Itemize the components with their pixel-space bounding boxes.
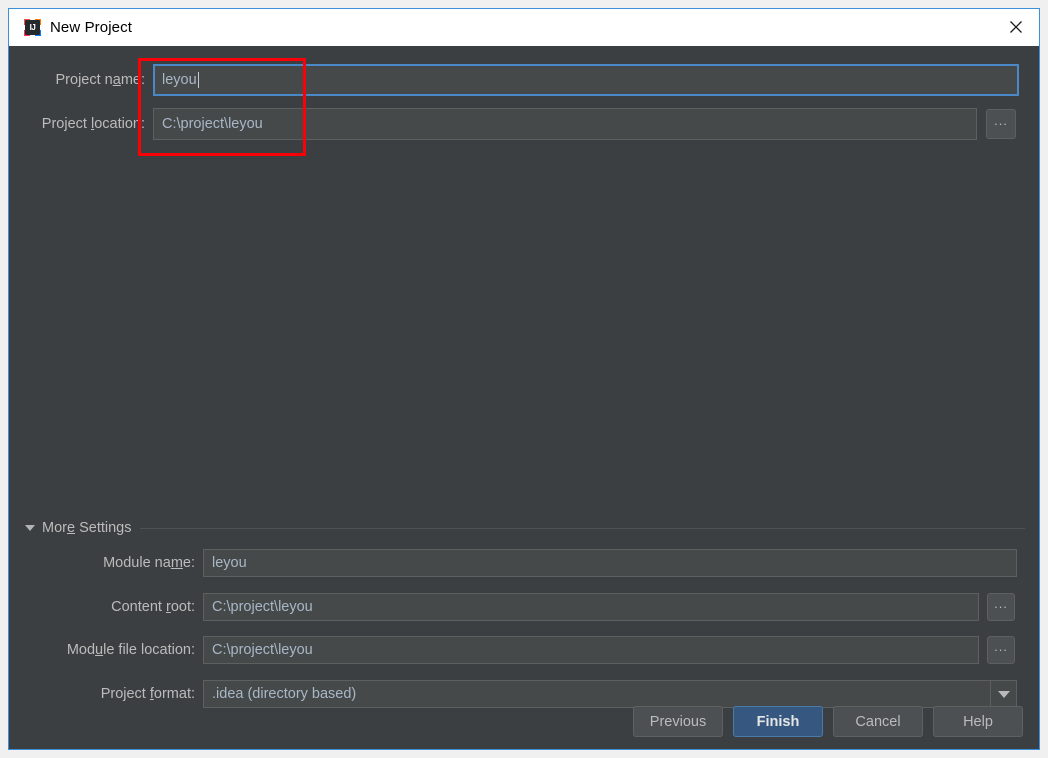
triangle-down-icon (25, 525, 35, 531)
content-root-label: Content root: (111, 599, 195, 615)
content-root-browse-button[interactable]: ... (987, 593, 1015, 621)
module-name-value: leyou (212, 555, 247, 571)
project-location-input[interactable]: C:\project\leyou (153, 108, 977, 140)
previous-button[interactable]: Previous (633, 706, 723, 737)
cancel-button[interactable]: Cancel (833, 706, 923, 737)
chevron-down-icon[interactable] (990, 681, 1016, 707)
more-settings-toggle[interactable]: More Settings (25, 520, 1025, 536)
project-location-label: Project location: (41, 116, 145, 132)
dialog-title: New Project (50, 19, 132, 36)
content-root-row: Content root: C:\project\leyou ... (9, 593, 1039, 621)
dialog-content: Project name: leyou Project location: C:… (9, 46, 1039, 749)
project-name-row: Project name: leyou (9, 64, 1039, 96)
project-format-row: Project format: .idea (directory based) (9, 680, 1039, 708)
module-name-row: Module name: leyou (9, 549, 1039, 577)
project-format-value: .idea (directory based) (212, 686, 357, 702)
project-name-label: Project name: (55, 72, 145, 88)
dialog-button-bar: Previous Finish Cancel Help (633, 706, 1023, 737)
help-button[interactable]: Help (933, 706, 1023, 737)
project-format-select[interactable]: .idea (directory based) (203, 680, 1017, 708)
content-root-value: C:\project\leyou (212, 599, 313, 615)
module-name-input[interactable]: leyou (203, 549, 1017, 577)
new-project-dialog: IJ New Project Project name: leyou Proje… (8, 8, 1040, 750)
close-icon[interactable] (993, 9, 1039, 45)
content-root-input[interactable]: C:\project\leyou (203, 593, 979, 621)
dialog-titlebar: IJ New Project (9, 9, 1039, 46)
text-caret (197, 72, 199, 88)
module-file-location-value: C:\project\leyou (212, 642, 313, 658)
module-name-label: Module name: (103, 555, 195, 571)
module-file-location-input[interactable]: C:\project\leyou (203, 636, 979, 664)
project-location-row: Project location: C:\project\leyou ... (9, 108, 1039, 140)
finish-button[interactable]: Finish (733, 706, 823, 737)
module-file-location-label: Module file location: (66, 642, 195, 658)
project-location-value: C:\project\leyou (162, 116, 263, 132)
project-location-browse-button[interactable]: ... (986, 109, 1016, 139)
intellij-idea-icon: IJ (24, 19, 41, 36)
more-settings-label: More Settings (42, 520, 132, 536)
app-icon-label: IJ (29, 23, 36, 32)
project-format-label: Project format: (100, 686, 195, 702)
module-file-location-row: Module file location: C:\project\leyou .… (9, 636, 1039, 664)
section-divider (140, 527, 1025, 529)
module-file-location-browse-button[interactable]: ... (987, 636, 1015, 664)
project-name-input[interactable]: leyou (153, 64, 1019, 96)
project-name-value: leyou (162, 72, 197, 88)
